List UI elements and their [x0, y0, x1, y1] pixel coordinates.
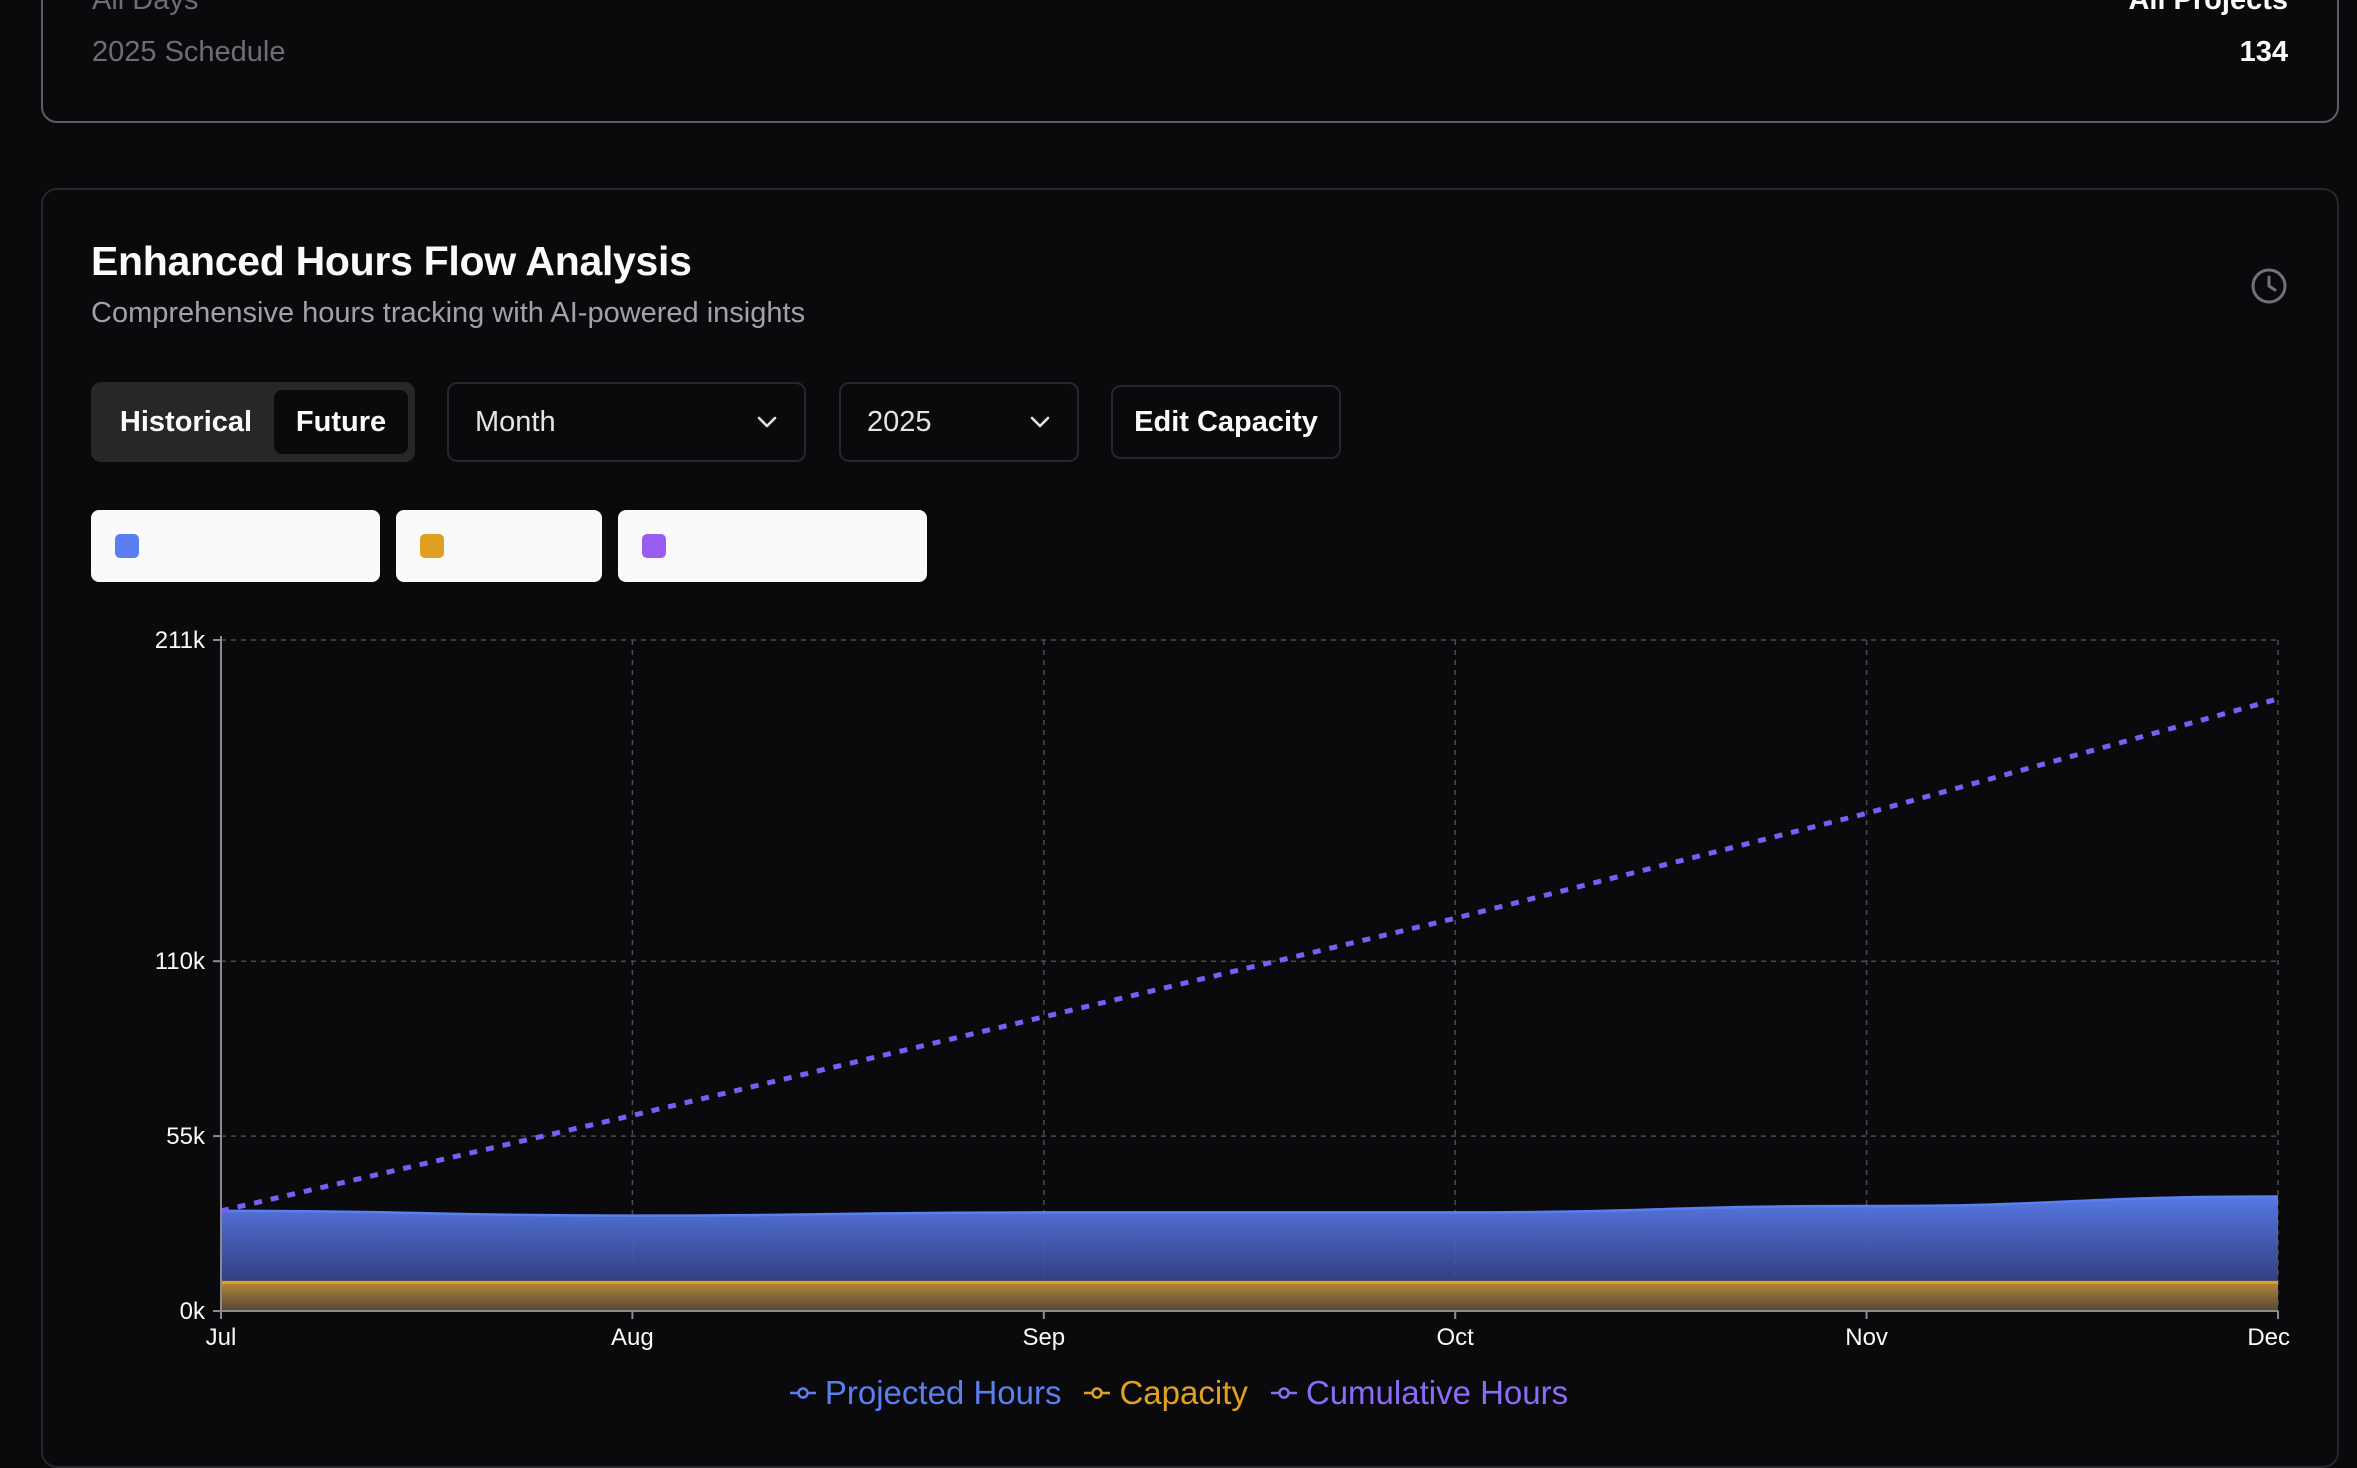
legend-item-capacity[interactable]: Capacity: [1083, 1374, 1248, 1412]
x-tick-label: Aug: [611, 1324, 654, 1351]
x-tick-label: Dec: [2247, 1324, 2290, 1351]
x-tick-label: Jul: [206, 1324, 237, 1351]
hours-flow-chart: 0k 55k 110k 211k Jul Aug Sep Oct Nov Dec: [155, 627, 2290, 1351]
chart-legend: Projected Hours Capacity Cumulative Hour…: [0, 1374, 2357, 1412]
y-tick-label: 0k: [180, 1298, 206, 1325]
y-tick-label: 55k: [166, 1123, 206, 1150]
cumulative-hours-line: [220, 696, 2279, 1214]
legend-label-cumulative: Cumulative Hours: [1305, 1374, 1569, 1411]
legend-label-projected: Projected Hours: [824, 1374, 1062, 1411]
y-tick-label: 110k: [155, 948, 206, 975]
legend-item-cumulative[interactable]: Cumulative Hours: [1270, 1374, 1568, 1412]
capacity-legend-icon: [1084, 1387, 1111, 1399]
projected-legend-icon: [789, 1387, 816, 1399]
x-tick-label: Sep: [1022, 1324, 1065, 1351]
x-tick-label: Nov: [1845, 1324, 1888, 1351]
y-tick-label: 211k: [155, 627, 206, 654]
legend-item-projected[interactable]: Projected Hours: [789, 1374, 1062, 1412]
cumulative-legend-icon: [1270, 1387, 1297, 1399]
x-tick-label: Oct: [1437, 1324, 1475, 1351]
capacity-area: [221, 1282, 2278, 1311]
legend-label-capacity: Capacity: [1119, 1374, 1248, 1411]
